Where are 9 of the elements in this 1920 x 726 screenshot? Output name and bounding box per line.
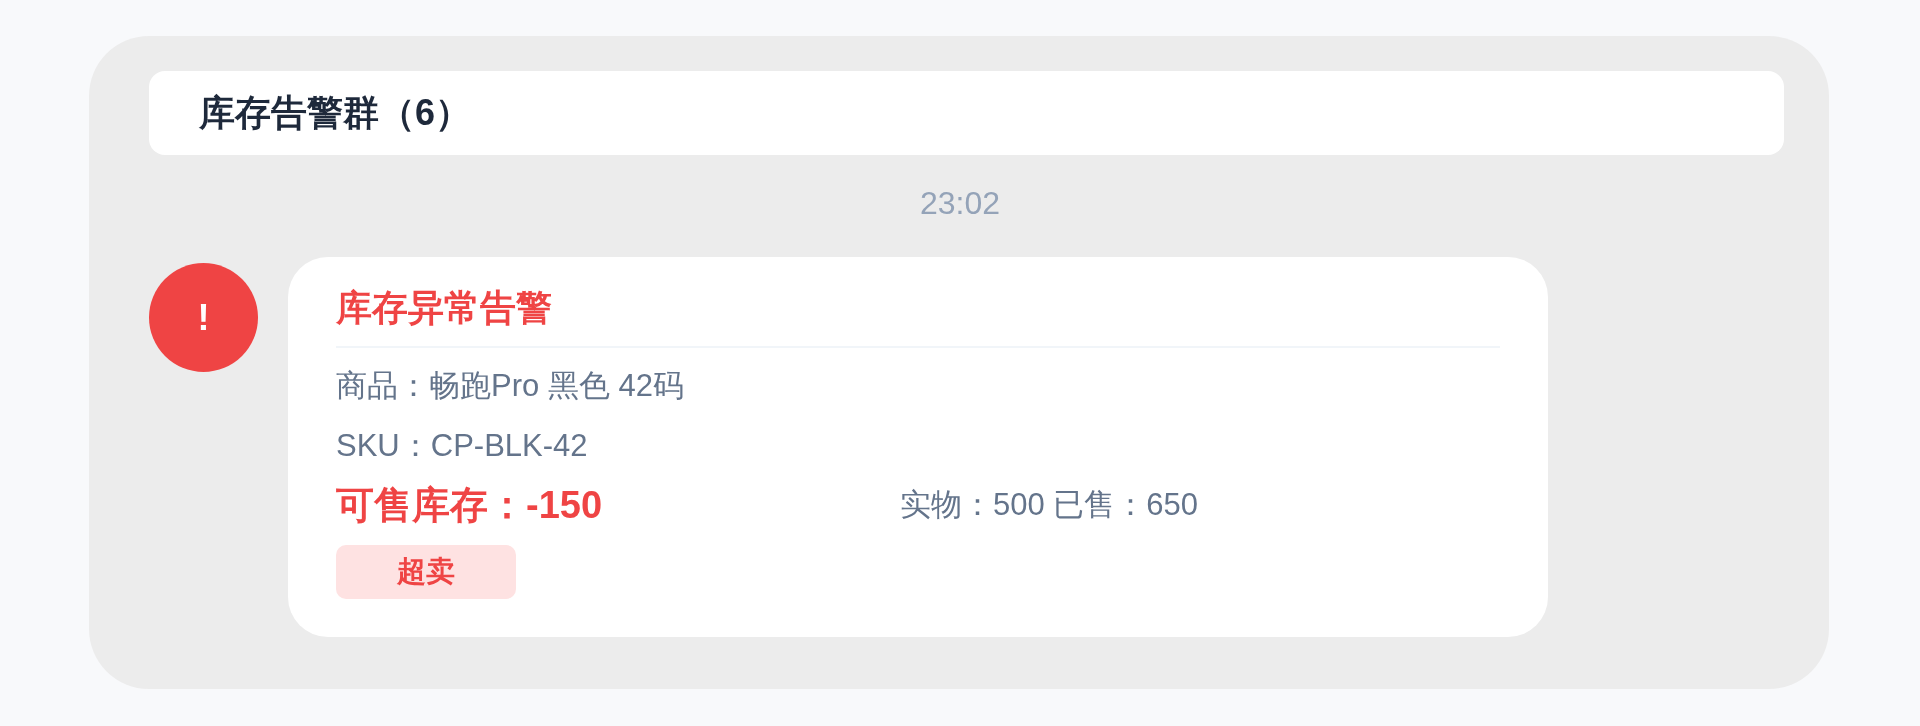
chat-title: 库存告警群（6）	[199, 91, 472, 135]
message-time: 23:02	[919, 184, 1001, 223]
oversold-tag: 超卖	[336, 545, 516, 599]
info-text: SKU：CP-BLK-42	[336, 428, 588, 463]
stock-detail-text: 实物：500 已售：650	[900, 486, 1199, 524]
available-stock-text: 可售库存：-150	[336, 484, 603, 526]
info-text: 商品：畅跑Pro 黑色 42码	[336, 368, 684, 403]
alert-avatar: !	[149, 263, 258, 372]
alert-title: 库存异常告警	[336, 287, 552, 328]
